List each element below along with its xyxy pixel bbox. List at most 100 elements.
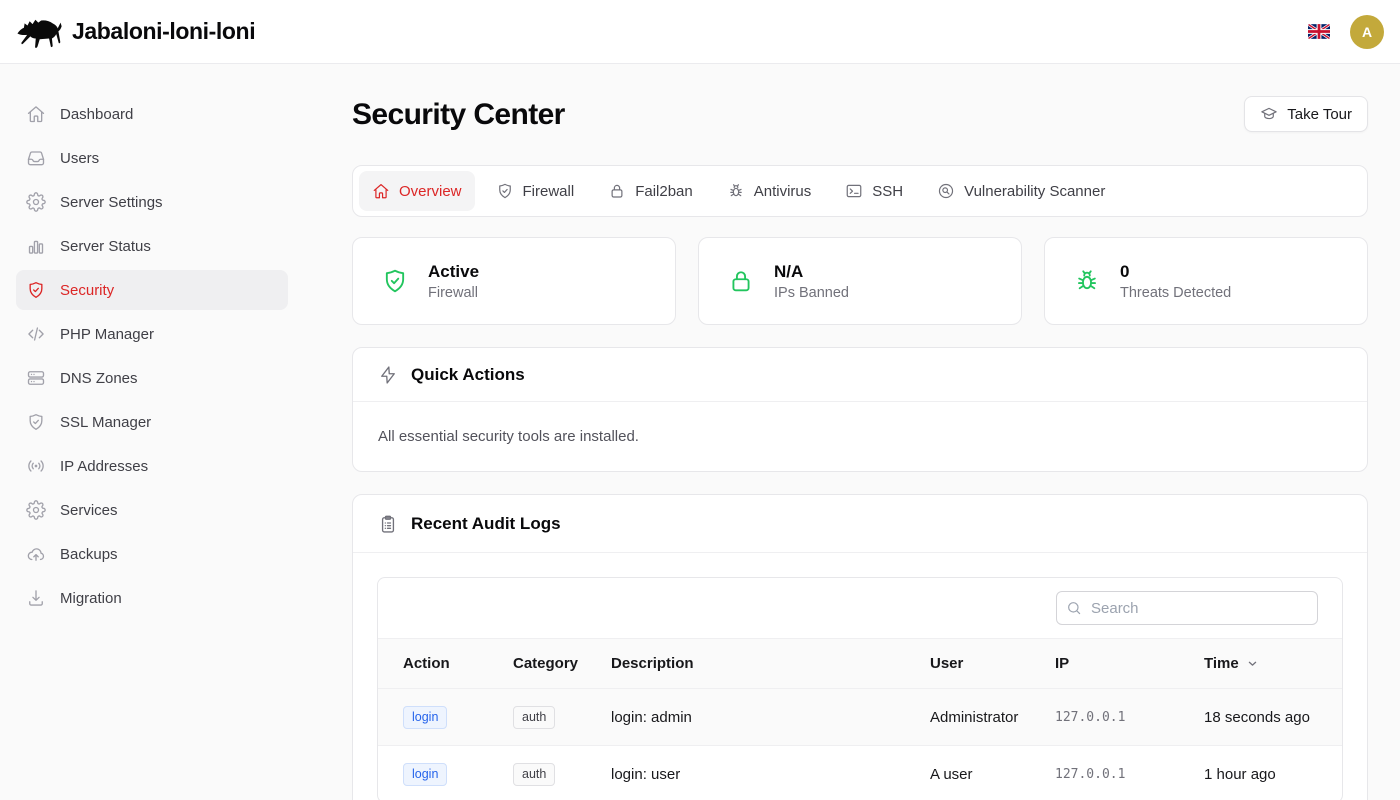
tab-label: SSH xyxy=(872,183,903,200)
sidebar-item-label: Migration xyxy=(60,590,122,607)
status-value: N/A xyxy=(774,262,849,282)
lock-icon xyxy=(608,182,626,200)
sidebar-item-label: Server Status xyxy=(60,238,151,255)
status-card-threats-detected: 0 Threats Detected xyxy=(1044,237,1368,325)
sidebar: Dashboard Users Server Settings Server S… xyxy=(0,64,304,800)
cell-description: login: admin xyxy=(611,709,930,726)
column-header-action[interactable]: Action xyxy=(403,655,513,672)
download-icon xyxy=(26,588,46,608)
bug-icon xyxy=(1073,267,1101,295)
sidebar-item-server-status[interactable]: Server Status xyxy=(16,226,288,266)
boar-icon xyxy=(16,13,62,51)
cell-ip: 127.0.0.1 xyxy=(1055,767,1204,782)
shield-check-icon xyxy=(26,412,46,432)
academic-cap-icon xyxy=(1260,105,1278,123)
take-tour-button[interactable]: Take Tour xyxy=(1244,96,1368,132)
tab-label: Vulnerability Scanner xyxy=(964,183,1105,200)
tab-overview[interactable]: Overview xyxy=(359,171,475,211)
status-cards: Active Firewall N/A IPs Banned 0 Threats… xyxy=(352,237,1368,325)
sidebar-item-dns-zones[interactable]: DNS Zones xyxy=(16,358,288,398)
audit-logs-panel: Recent Audit Logs Action Category Descri… xyxy=(352,494,1368,800)
table-body: login auth login: admin Administrator 12… xyxy=(378,688,1342,800)
sidebar-item-migration[interactable]: Migration xyxy=(16,578,288,618)
main-content: Security Center Take Tour Overview Firew… xyxy=(304,64,1400,800)
sidebar-item-label: Services xyxy=(60,502,118,519)
tab-vulnerability-scanner[interactable]: Vulnerability Scanner xyxy=(924,171,1118,211)
category-badge: auth xyxy=(513,763,555,786)
terminal-icon xyxy=(845,182,863,200)
audit-search-input[interactable] xyxy=(1056,591,1318,625)
status-label: Firewall xyxy=(428,285,479,301)
sidebar-item-php-manager[interactable]: PHP Manager xyxy=(16,314,288,354)
cell-time: 1 hour ago xyxy=(1204,766,1342,783)
cell-time: 18 seconds ago xyxy=(1204,709,1342,726)
top-bar: Jabaloni-loni-loni A xyxy=(0,0,1400,64)
server-stack-icon xyxy=(26,368,46,388)
sidebar-item-label: Users xyxy=(60,150,99,167)
sidebar-item-services[interactable]: Services xyxy=(16,490,288,530)
search-circle-icon xyxy=(937,182,955,200)
home-icon xyxy=(26,104,46,124)
cog-icon xyxy=(26,192,46,212)
audit-logs-title: Recent Audit Logs xyxy=(411,514,561,534)
tab-firewall[interactable]: Firewall xyxy=(483,171,588,211)
quick-actions-title: Quick Actions xyxy=(411,365,525,385)
tab-antivirus[interactable]: Antivirus xyxy=(714,171,825,211)
shield-check-icon xyxy=(381,267,409,295)
quick-actions-message: All essential security tools are install… xyxy=(378,428,1342,445)
sidebar-item-label: PHP Manager xyxy=(60,326,154,343)
clipboard-icon xyxy=(378,514,398,534)
sidebar-item-label: Backups xyxy=(60,546,118,563)
category-badge: auth xyxy=(513,706,555,729)
sidebar-item-label: Server Settings xyxy=(60,194,163,211)
sidebar-item-server-settings[interactable]: Server Settings xyxy=(16,182,288,222)
sidebar-item-label: Security xyxy=(60,282,114,299)
sidebar-item-ssl-manager[interactable]: SSL Manager xyxy=(16,402,288,442)
user-avatar[interactable]: A xyxy=(1350,15,1384,49)
lock-icon xyxy=(727,267,755,295)
shield-check-icon xyxy=(496,182,514,200)
sidebar-item-label: SSL Manager xyxy=(60,414,151,431)
sidebar-item-label: Dashboard xyxy=(60,106,133,123)
table-row-login: login auth login: admin Administrator 12… xyxy=(378,688,1342,745)
uk-flag-icon[interactable] xyxy=(1308,24,1330,39)
tab-ssh[interactable]: SSH xyxy=(832,171,916,211)
column-header-description[interactable]: Description xyxy=(611,655,930,672)
sidebar-item-users[interactable]: Users xyxy=(16,138,288,178)
status-value: 0 xyxy=(1120,262,1231,282)
sidebar-item-label: DNS Zones xyxy=(60,370,138,387)
audit-table: Action Category Description User IP Time xyxy=(377,577,1343,800)
sidebar-item-backups[interactable]: Backups xyxy=(16,534,288,574)
take-tour-label: Take Tour xyxy=(1287,106,1352,123)
action-badge: login xyxy=(403,763,447,786)
column-header-time[interactable]: Time xyxy=(1204,655,1342,672)
page-title: Security Center xyxy=(352,97,565,132)
column-header-ip[interactable]: IP xyxy=(1055,655,1204,672)
cell-ip: 127.0.0.1 xyxy=(1055,710,1204,725)
tab-label: Overview xyxy=(399,183,462,200)
sidebar-item-security[interactable]: Security xyxy=(16,270,288,310)
tab-label: Antivirus xyxy=(754,183,812,200)
inbox-icon xyxy=(26,148,46,168)
cell-user: Administrator xyxy=(930,709,1055,726)
cloud-upload-icon xyxy=(26,544,46,564)
quick-actions-panel: Quick Actions All essential security too… xyxy=(352,347,1368,472)
tab-label: Firewall xyxy=(523,183,575,200)
brand-title: Jabaloni-loni-loni xyxy=(72,18,255,45)
code-icon xyxy=(26,324,46,344)
cell-user: A user xyxy=(930,766,1055,783)
cog-icon xyxy=(26,500,46,520)
action-badge: login xyxy=(403,706,447,729)
home-icon xyxy=(372,182,390,200)
column-header-category[interactable]: Category xyxy=(513,655,611,672)
cell-description: login: user xyxy=(611,766,930,783)
table-row-login: login auth login: user A user 127.0.0.1 … xyxy=(378,745,1342,800)
column-header-user[interactable]: User xyxy=(930,655,1055,672)
tab-fail2ban[interactable]: Fail2ban xyxy=(595,171,706,211)
sidebar-item-dashboard[interactable]: Dashboard xyxy=(16,94,288,134)
status-label: IPs Banned xyxy=(774,285,849,301)
status-card-ips-banned: N/A IPs Banned xyxy=(698,237,1022,325)
sidebar-item-ip-addresses[interactable]: IP Addresses xyxy=(16,446,288,486)
chart-bars-icon xyxy=(26,236,46,256)
shield-check-icon xyxy=(26,280,46,300)
